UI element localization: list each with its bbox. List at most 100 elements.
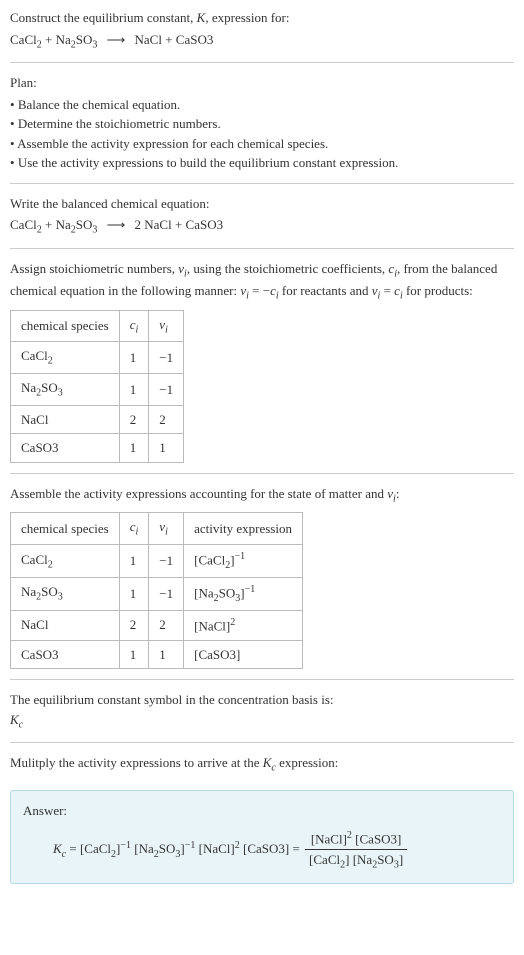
bal-lhs2b-sub: 3: [92, 225, 97, 236]
stoich-section: Assign stoichiometric numbers, νi , using…: [10, 259, 514, 474]
multiply-heading: Mulitply the activity expressions to arr…: [10, 753, 514, 776]
ci-cell: 1: [119, 544, 149, 577]
reaction-arrow-icon: ⟶: [107, 217, 126, 232]
kc-symbol: Kc: [10, 710, 514, 733]
balanced-equation: CaCl2 + Na2SO3 ⟶ 2 NaCl + CaSO3: [10, 215, 514, 238]
kc-k: K: [53, 841, 62, 856]
nui-cell: 2: [149, 405, 184, 434]
nui-cell: 1: [149, 434, 184, 463]
numerator: [NaCl]2 [CaSO3]: [305, 828, 407, 850]
table-row: Na2SO3 1 −1: [11, 374, 184, 406]
plan-list: Balance the chemical equation. Determine…: [10, 95, 514, 173]
table-row: NaCl 2 2 [NaCl]2: [11, 610, 303, 640]
nui-cell: −1: [149, 342, 184, 374]
unbalanced-equation: CaCl2 + Na2SO3 ⟶ NaCl + CaSO3: [10, 30, 514, 53]
col-nui: νi: [149, 310, 184, 342]
species-cell: Na2SO3: [11, 374, 120, 406]
nui-cell: −1: [149, 577, 184, 610]
table-row: CaSO3 1 1 [CaSO3]: [11, 640, 303, 669]
ci-cell: 1: [119, 577, 149, 610]
plan-item: Use the activity expressions to build th…: [10, 153, 514, 173]
table-row: CaCl2 1 −1: [11, 342, 184, 374]
multiply-text: expression:: [276, 755, 338, 770]
eq-plus1: + Na: [42, 32, 71, 47]
ci-cell: 2: [119, 405, 149, 434]
col-ci: ci: [119, 513, 149, 545]
bal-lhs1: CaCl: [10, 217, 37, 232]
species-cell: CaSO3: [11, 434, 120, 463]
multiply-section: Mulitply the activity expressions to arr…: [10, 753, 514, 780]
ci-cell: 1: [119, 342, 149, 374]
reaction-arrow-icon: ⟶: [107, 32, 126, 47]
ci-cell: 2: [119, 610, 149, 640]
table-row: Na2SO3 1 −1 [Na2SO3]−1: [11, 577, 303, 610]
stoich-text: for products:: [403, 283, 473, 298]
activity-cell: [CaCl2]−1: [184, 544, 303, 577]
multiply-text: Mulitply the activity expressions to arr…: [10, 755, 263, 770]
eq-lhs1: CaCl: [10, 32, 37, 47]
stoich-text: =: [380, 283, 394, 298]
answer-box: Answer: Kc = [CaCl2]−1 [Na2SO3]−1 [NaCl]…: [10, 790, 514, 884]
title-text-prefix: Construct the equilibrium constant,: [10, 10, 197, 25]
activity-text: Assemble the activity expressions accoun…: [10, 486, 387, 501]
species-cell: Na2SO3: [11, 577, 120, 610]
species-cell: NaCl: [11, 405, 120, 434]
eq-rhs: NaCl + CaSO3: [131, 32, 213, 47]
title-text-suffix: , expression for:: [205, 10, 289, 25]
answer-label: Answer:: [23, 801, 501, 821]
plan-item: Assemble the activity expression for eac…: [10, 134, 514, 154]
answer-equation: Kc = [CaCl2]−1 [Na2SO3]−1 [NaCl]2 [CaSO3…: [23, 828, 501, 872]
nui-cell: 2: [149, 610, 184, 640]
question-section: Construct the equilibrium constant, K, e…: [10, 8, 514, 63]
plan-item: Determine the stoichiometric numbers.: [10, 114, 514, 134]
bal-plus1: + Na: [42, 217, 71, 232]
eq-lhs2b: SO: [76, 32, 93, 47]
col-ci: ci: [119, 310, 149, 342]
bal-lhs2b: SO: [76, 217, 93, 232]
table-row: CaSO3 1 1: [11, 434, 184, 463]
stoich-text: Assign stoichiometric numbers,: [10, 261, 178, 276]
plan-item: Balance the chemical equation.: [10, 95, 514, 115]
stoich-text: , using the stoichiometric coefficients,: [187, 261, 389, 276]
ci-cell: 1: [119, 640, 149, 669]
table-row: CaCl2 1 −1 [CaCl2]−1: [11, 544, 303, 577]
plan-heading: Plan:: [10, 73, 514, 93]
col-species: chemical species: [11, 310, 120, 342]
stoich-heading: Assign stoichiometric numbers, νi, using…: [10, 259, 514, 304]
denominator: [CaCl2] [Na2SO3]: [305, 850, 407, 873]
activity-section: Assemble the activity expressions accoun…: [10, 484, 514, 680]
activity-table: chemical species ci νi activity expressi…: [10, 512, 303, 669]
species-cell: CaCl2: [11, 544, 120, 577]
table-row: NaCl 2 2: [11, 405, 184, 434]
activity-cell: [CaSO3]: [184, 640, 303, 669]
stoich-text: for reactants and: [279, 283, 372, 298]
species-cell: CaCl2: [11, 342, 120, 374]
balanced-heading: Write the balanced chemical equation:: [10, 194, 514, 214]
activity-text: :: [396, 486, 400, 501]
plan-section: Plan: Balance the chemical equation. Det…: [10, 73, 514, 184]
activity-cell: [Na2SO3]−1: [184, 577, 303, 610]
bal-rhs: 2 NaCl + CaSO3: [131, 217, 223, 232]
nui-cell: −1: [149, 374, 184, 406]
balanced-section: Write the balanced chemical equation: Ca…: [10, 194, 514, 249]
col-species: chemical species: [11, 513, 120, 545]
ci-cell: 1: [119, 374, 149, 406]
nui-cell: 1: [149, 640, 184, 669]
question-title: Construct the equilibrium constant, K, e…: [10, 8, 514, 28]
ci-cell: 1: [119, 434, 149, 463]
activity-cell: [NaCl]2: [184, 610, 303, 640]
symbol-heading: The equilibrium constant symbol in the c…: [10, 690, 514, 710]
col-activity: activity expression: [184, 513, 303, 545]
nui-cell: −1: [149, 544, 184, 577]
symbol-section: The equilibrium constant symbol in the c…: [10, 690, 514, 743]
species-cell: CaSO3: [11, 640, 120, 669]
table-header-row: chemical species ci νi: [11, 310, 184, 342]
stoich-table: chemical species ci νi CaCl2 1 −1 Na2SO3…: [10, 310, 184, 463]
activity-heading: Assemble the activity expressions accoun…: [10, 484, 514, 507]
equals: =: [66, 841, 80, 856]
table-header-row: chemical species ci νi activity expressi…: [11, 513, 303, 545]
fraction: [NaCl]2 [CaSO3][CaCl2] [Na2SO3]: [305, 828, 407, 872]
species-cell: NaCl: [11, 610, 120, 640]
col-nui: νi: [149, 513, 184, 545]
eq-lhs2b-sub: 3: [92, 39, 97, 50]
